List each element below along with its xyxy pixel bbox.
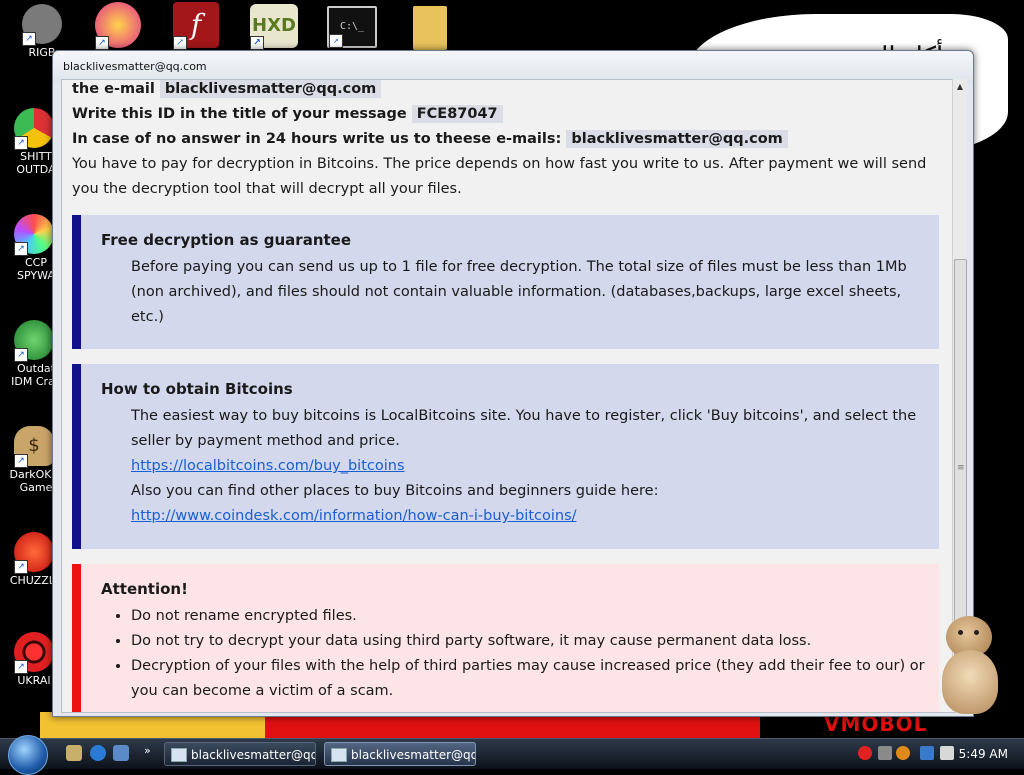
attention-title: Attention! [101, 580, 188, 598]
free-decryption-body: Before paying you can send us up to 1 fi… [131, 259, 907, 325]
chuzzle-icon: ↗ [14, 532, 54, 574]
money-bag-icon: $ ↗ [14, 426, 54, 468]
desktop-icon-folder[interactable] [402, 6, 458, 50]
ccp-icon: ↗ [14, 214, 54, 256]
idm-icon: ↗ [14, 320, 54, 362]
volume-icon[interactable] [940, 746, 954, 760]
bitcoin-body: The easiest way to buy bitcoins is Local… [131, 408, 917, 449]
attention-item: Do not rename encrypted files. [131, 604, 929, 629]
localbitcoins-link[interactable]: https://localbitcoins.com/buy_bitcoins [131, 458, 405, 474]
p-app-icon: ↗ [95, 2, 141, 50]
email-label: the e-mail [72, 81, 155, 97]
email-line: the e-mail blacklivesmatter@qq.com [72, 80, 945, 102]
clock[interactable]: 5:49 AM [959, 739, 1008, 769]
network-icon[interactable] [920, 746, 934, 760]
quicklaunch-desktop-icon[interactable] [66, 745, 82, 761]
bitcoin-title: How to obtain Bitcoins [101, 380, 293, 398]
scroll-grip-icon: ≡ [957, 463, 965, 473]
id-line: Write this ID in the title of your messa… [72, 102, 945, 127]
console-icon: C:\_ ↗ [327, 6, 377, 48]
desktop-icon-cmd[interactable]: C:\_ ↗ [324, 6, 380, 48]
free-decryption-box: Free decryption as guarantee Before payi… [72, 215, 939, 349]
scroll-up-arrow-icon[interactable]: ▲ [953, 79, 967, 95]
no-answer-email: blacklivesmatter@qq.com [566, 130, 788, 148]
no-answer-line: In case of no answer in 24 hours write u… [72, 127, 945, 152]
note-content: the e-mail blacklivesmatter@qq.com Write… [61, 79, 956, 713]
hamster-mascot [938, 616, 1004, 716]
hxd-icon: HXD ↗ [250, 4, 298, 50]
security-alert-icon[interactable] [858, 746, 872, 760]
desktop-icon-hxd[interactable]: HXD ↗ [246, 4, 302, 50]
chrome-icon: ↗ [14, 108, 54, 150]
quicklaunch-more-icon[interactable]: » [144, 744, 151, 757]
id-value: FCE87047 [411, 105, 503, 123]
payment-text: You have to pay for decryption in Bitcoi… [72, 156, 927, 197]
bitcoin-body-2: Also you can find other places to buy Bi… [131, 483, 659, 499]
tray-app-icon[interactable] [878, 746, 892, 760]
attention-box: Attention! Do not rename encrypted files… [72, 564, 939, 712]
taskbar-button-2[interactable]: blacklivesmatter@qq... [324, 742, 476, 766]
flash-icon: f ↗ [173, 2, 219, 50]
window-icon [331, 748, 347, 762]
taskbar-button-1[interactable]: blacklivesmatter@qq... [164, 742, 316, 766]
folder-icon [413, 6, 447, 50]
attention-item: Do not try to decrypt your data using th… [131, 629, 929, 654]
radiation-icon: ↗ [14, 632, 54, 674]
no-answer-label: In case of no answer in 24 hours write u… [72, 131, 562, 147]
id-label: Write this ID in the title of your messa… [72, 106, 407, 122]
quicklaunch-switch-icon[interactable] [113, 745, 129, 761]
taskbar: » blacklivesmatter@qq... blacklivesmatte… [0, 735, 1024, 775]
desktop-icon-flash[interactable]: f ↗ [168, 2, 224, 50]
note-header: the e-mail blacklivesmatter@qq.com Write… [62, 80, 955, 202]
window-icon [171, 748, 187, 762]
ransom-note-window[interactable]: blacklivesmatter@qq.com the e-mail black… [52, 50, 974, 717]
email-value: blacklivesmatter@qq.com [159, 80, 382, 98]
desktop-icon-p[interactable]: ↗ [90, 2, 146, 50]
start-button[interactable] [8, 735, 48, 775]
search-icon[interactable] [896, 746, 910, 760]
attention-item: Decryption of your files with the help o… [131, 654, 929, 704]
attention-list: Do not rename encrypted files. Do not tr… [101, 604, 929, 704]
bitcoin-box: How to obtain Bitcoins The easiest way t… [72, 364, 939, 549]
free-decryption-title: Free decryption as guarantee [101, 231, 352, 249]
raccoon-icon: ↗ [22, 4, 62, 46]
quicklaunch-ie-icon[interactable] [90, 745, 106, 761]
coindesk-link[interactable]: http://www.coindesk.com/information/how-… [131, 508, 577, 524]
